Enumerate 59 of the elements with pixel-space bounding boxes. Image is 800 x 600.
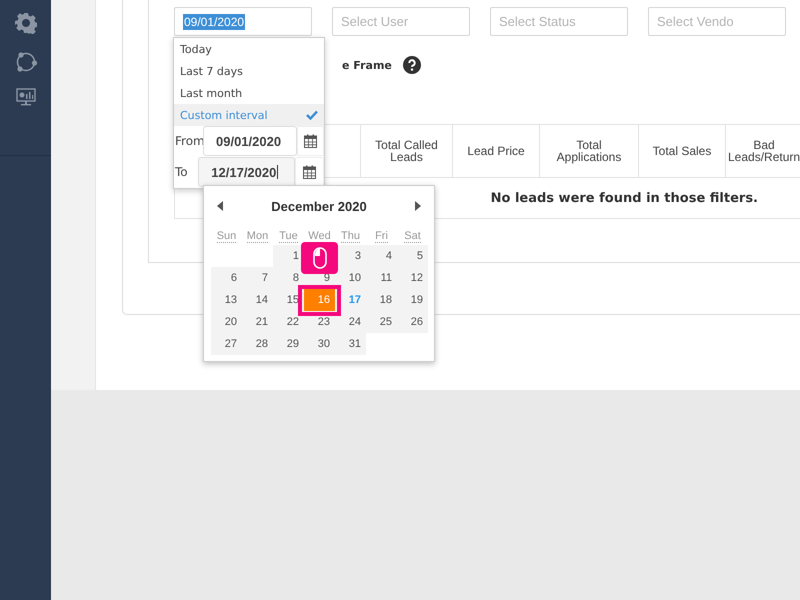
- column-header: Total Applications: [556, 138, 622, 164]
- day-cell[interactable]: 30: [304, 333, 335, 355]
- day-cell[interactable]: 22: [273, 311, 304, 333]
- day-cell[interactable]: 27: [211, 333, 242, 355]
- next-month-icon[interactable]: [415, 201, 421, 211]
- menu-item[interactable]: Today: [174, 38, 324, 60]
- weekday-label: Thu: [341, 230, 360, 242]
- mouse-icon: [312, 247, 326, 269]
- day-cell[interactable]: 31: [335, 333, 366, 355]
- menu-item[interactable]: Last month: [174, 82, 324, 104]
- calendar-icon: [304, 134, 317, 148]
- day-cell[interactable]: 5: [397, 245, 428, 267]
- column-header: Total Sales: [652, 144, 712, 158]
- day-cell[interactable]: 26: [397, 311, 428, 333]
- day-cell[interactable]: 18: [366, 289, 397, 311]
- from-label: From: [174, 134, 203, 148]
- gear-icon[interactable]: [14, 12, 36, 34]
- day-cell[interactable]: 21: [242, 311, 273, 333]
- month-title: December 2020: [271, 198, 367, 214]
- day-cell[interactable]: 19: [397, 289, 428, 311]
- calendar-button[interactable]: [296, 126, 324, 156]
- day-cell[interactable]: 6: [211, 267, 242, 289]
- day-cell[interactable]: 7: [242, 267, 273, 289]
- help-icon[interactable]: [402, 56, 421, 74]
- click-highlight: [298, 285, 341, 316]
- day-cell[interactable]: 20: [211, 311, 242, 333]
- day-cell[interactable]: 29: [273, 333, 304, 355]
- weekday-label: Tue: [279, 230, 298, 242]
- day-cell[interactable]: 24: [335, 311, 366, 333]
- column-header: Total Called Leads: [375, 138, 438, 164]
- column-header: Bad Leads/Return: [728, 138, 800, 164]
- to-label: To: [174, 165, 189, 179]
- day-cell[interactable]: 12: [397, 267, 428, 289]
- from-date-field[interactable]: 09/01/2020: [203, 126, 297, 156]
- day-cell[interactable]: 3: [335, 245, 366, 267]
- calendar-icon: [303, 165, 316, 179]
- column-header: Lead Price: [467, 144, 525, 158]
- check-icon: [306, 110, 318, 120]
- day-cell[interactable]: 11: [366, 267, 397, 289]
- date-field[interactable]: 09/01/2020: [174, 7, 312, 36]
- weekday-label: Sat: [404, 230, 421, 242]
- menu-item[interactable]: Last 7 days: [174, 60, 324, 82]
- weekday-label: Fri: [375, 230, 388, 242]
- day-cell[interactable]: 25: [366, 311, 397, 333]
- empty-message: No leads were found in those filters.: [490, 190, 758, 206]
- day-cell[interactable]: 14: [242, 289, 273, 311]
- previous-month-icon[interactable]: [217, 201, 223, 211]
- day-cell[interactable]: 8: [273, 267, 304, 289]
- day-cell[interactable]: 4: [366, 245, 397, 267]
- day-cell[interactable]: 10: [335, 267, 366, 289]
- calendar-button[interactable]: [295, 157, 324, 187]
- to-date-field[interactable]: 12/17/2020: [198, 157, 296, 187]
- day-cell[interactable]: 28: [242, 333, 273, 355]
- time-frame-label: e Frame: [342, 58, 392, 72]
- monitor-icon[interactable]: [16, 88, 36, 106]
- day-cell[interactable]: 1: [273, 245, 304, 267]
- day-cell[interactable]: 13: [211, 289, 242, 311]
- weekday-label: Mon: [246, 230, 268, 242]
- weekday-label: Sun: [216, 230, 236, 242]
